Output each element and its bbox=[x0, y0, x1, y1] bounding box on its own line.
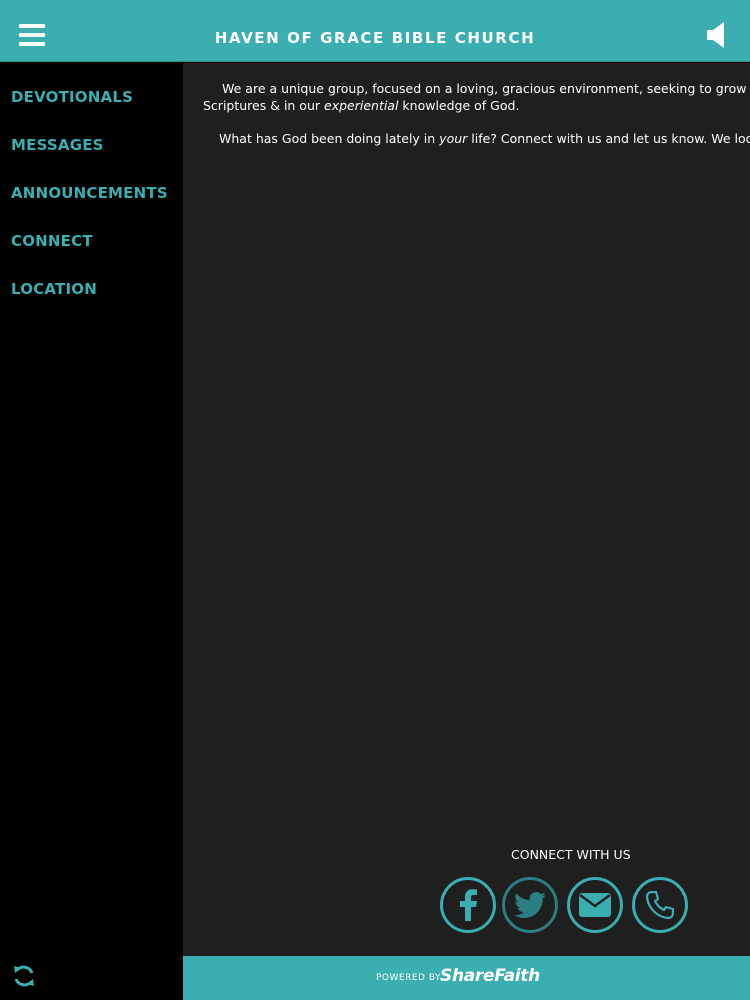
connect-paragraph: What has God been doing lately in your l… bbox=[219, 131, 750, 146]
sidebar: DEVOTIONALS MESSAGES ANNOUNCEMENTS CONNE… bbox=[0, 63, 183, 1000]
footer-bar: POWERED BY ShareFaith bbox=[183, 956, 750, 1000]
facebook-button[interactable] bbox=[440, 877, 496, 933]
app-title: HAVEN OF GRACE BIBLE CHURCH bbox=[214, 29, 536, 47]
facebook-icon bbox=[460, 889, 477, 921]
email-icon bbox=[579, 893, 611, 917]
email-button[interactable] bbox=[567, 877, 623, 933]
sidebar-item-announcements[interactable]: ANNOUNCEMENTS bbox=[11, 184, 168, 202]
connect-with-us-label: CONNECT WITH US bbox=[511, 847, 631, 862]
sidebar-item-messages[interactable]: MESSAGES bbox=[11, 136, 104, 154]
sharefaith-logo[interactable]: ShareFaith bbox=[440, 966, 540, 986]
twitter-icon bbox=[514, 892, 546, 918]
intro-paragraph-line-2: Scriptures & in our experiential knowled… bbox=[203, 98, 520, 113]
twitter-button[interactable] bbox=[502, 877, 558, 933]
sidebar-item-location[interactable]: LOCATION bbox=[11, 280, 97, 298]
top-bar: HAVEN OF GRACE BIBLE CHURCH bbox=[0, 0, 750, 62]
main-content: We are a unique group, focused on a lovi… bbox=[183, 63, 750, 956]
sidebar-item-connect[interactable]: CONNECT bbox=[11, 232, 93, 250]
phone-button[interactable] bbox=[632, 877, 688, 933]
speaker-icon[interactable] bbox=[707, 21, 727, 49]
sidebar-item-devotionals[interactable]: DEVOTIONALS bbox=[11, 88, 133, 106]
powered-by-label: POWERED BY bbox=[376, 973, 442, 983]
phone-icon bbox=[646, 891, 674, 919]
refresh-icon[interactable] bbox=[12, 964, 36, 988]
intro-paragraph-line-1: We are a unique group, focused on a lovi… bbox=[222, 81, 750, 96]
